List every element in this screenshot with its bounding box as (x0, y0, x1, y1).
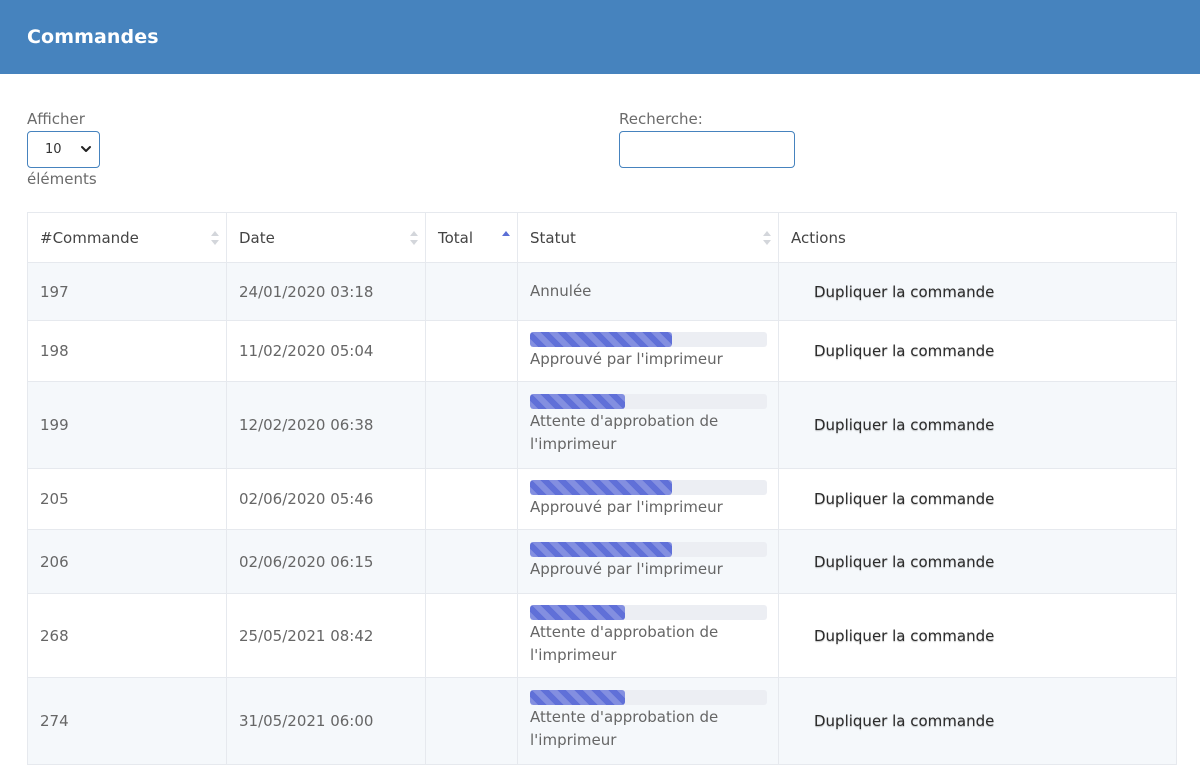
sort-icon (763, 231, 771, 245)
status-text: Approuvé par l'imprimeur (530, 349, 723, 368)
length-suffix: éléments (27, 170, 97, 188)
cell-total (425, 320, 518, 382)
status-progress-fill (530, 690, 625, 705)
status-progress-fill (530, 604, 625, 620)
status-text: Attente d'approbation de l'imprimeur (530, 412, 719, 453)
cell-date: 02/06/2020 06:15 (226, 529, 426, 594)
table-row: 198 11/02/2020 05:04 Approuvé par l'impr… (27, 320, 1177, 382)
status-progress-bar (530, 690, 767, 705)
status-progress-fill (530, 479, 673, 495)
cell-actions: Dupliquer la commande (778, 677, 1177, 765)
column-header-label: Total (438, 228, 474, 247)
cell-total (425, 468, 518, 530)
page-length-value: 10 (45, 142, 62, 157)
status-progress-bar (530, 604, 767, 620)
cell-status: Attente d'approbation de l'imprimeur (517, 381, 779, 469)
status-progress-bar (530, 479, 767, 495)
duplicate-order-button[interactable]: Dupliquer la commande (814, 627, 994, 645)
table-header-row: #Commande Date Total Statut Actions (27, 212, 1177, 263)
column-header-status[interactable]: Statut (517, 212, 779, 263)
table-row: 199 12/02/2020 06:38 Attente d'approbati… (27, 381, 1177, 469)
page-length-select[interactable]: 10 (27, 131, 100, 168)
cell-order-id: 198 (27, 320, 227, 382)
search-label: Recherche: (619, 110, 703, 128)
cell-date: 12/02/2020 06:38 (226, 381, 426, 469)
cell-date: 24/01/2020 03:18 (226, 262, 426, 321)
cell-total (425, 529, 518, 594)
page-header: Commandes (0, 0, 1200, 74)
table-controls: Afficher 10 éléments Recherche: (0, 74, 1200, 213)
sort-icon (211, 231, 219, 245)
duplicate-order-button[interactable]: Dupliquer la commande (814, 712, 994, 730)
cell-date: 31/05/2021 06:00 (226, 677, 426, 765)
status-progress-fill (530, 394, 625, 409)
cell-date: 25/05/2021 08:42 (226, 593, 426, 678)
cell-actions: Dupliquer la commande (778, 468, 1177, 530)
length-label: Afficher (27, 110, 85, 128)
cell-order-id: 268 (27, 593, 227, 678)
status-text: Annulée (530, 282, 592, 300)
duplicate-order-button[interactable]: Dupliquer la commande (814, 490, 994, 508)
cell-status: Annulée (517, 262, 779, 321)
table-row: 197 24/01/2020 03:18 Annulée Dupliquer l… (27, 262, 1177, 321)
status-progress-fill (530, 331, 673, 347)
status-text: Approuvé par l'imprimeur (530, 497, 723, 516)
sort-icon (410, 231, 418, 245)
cell-date: 11/02/2020 05:04 (226, 320, 426, 382)
status-text: Approuvé par l'imprimeur (530, 560, 723, 578)
cell-status: Attente d'approbation de l'imprimeur (517, 593, 779, 678)
cell-date: 02/06/2020 05:46 (226, 468, 426, 530)
orders-table: #Commande Date Total Statut Actions 197 … (27, 212, 1177, 765)
cell-total (425, 677, 518, 765)
cell-actions: Dupliquer la commande (778, 320, 1177, 382)
column-header-date[interactable]: Date (226, 212, 426, 263)
cell-total (425, 262, 518, 321)
table-row: 268 25/05/2021 08:42 Attente d'approbati… (27, 593, 1177, 678)
column-header-label: Statut (530, 228, 576, 247)
cell-order-id: 206 (27, 529, 227, 594)
status-progress-bar (530, 394, 767, 409)
search-input[interactable] (619, 131, 795, 168)
column-header-total[interactable]: Total (425, 212, 518, 263)
status-text: Attente d'approbation de l'imprimeur (530, 622, 719, 664)
status-progress-fill (530, 542, 673, 557)
cell-actions: Dupliquer la commande (778, 529, 1177, 594)
column-header-order[interactable]: #Commande (27, 212, 227, 263)
cell-status: Approuvé par l'imprimeur (517, 529, 779, 594)
sort-ascending-icon (502, 231, 510, 236)
table-row: 206 02/06/2020 06:15 Approuvé par l'impr… (27, 529, 1177, 594)
column-header-label: Date (239, 228, 275, 247)
cell-total (425, 593, 518, 678)
cell-order-id: 197 (27, 262, 227, 321)
duplicate-order-button[interactable]: Dupliquer la commande (814, 416, 994, 434)
chevron-down-icon (81, 146, 91, 152)
column-header-label: #Commande (40, 228, 139, 247)
status-text: Attente d'approbation de l'imprimeur (530, 708, 719, 749)
cell-actions: Dupliquer la commande (778, 593, 1177, 678)
cell-order-id: 274 (27, 677, 227, 765)
cell-actions: Dupliquer la commande (778, 262, 1177, 321)
table-row: 274 31/05/2021 06:00 Attente d'approbati… (27, 677, 1177, 765)
cell-actions: Dupliquer la commande (778, 381, 1177, 469)
cell-order-id: 199 (27, 381, 227, 469)
duplicate-order-button[interactable]: Dupliquer la commande (814, 283, 994, 301)
page-title: Commandes (27, 26, 159, 48)
cell-status: Approuvé par l'imprimeur (517, 468, 779, 530)
table-row: 205 02/06/2020 05:46 Approuvé par l'impr… (27, 468, 1177, 530)
cell-status: Approuvé par l'imprimeur (517, 320, 779, 382)
column-header-actions: Actions (778, 212, 1177, 263)
cell-status: Attente d'approbation de l'imprimeur (517, 677, 779, 765)
cell-total (425, 381, 518, 469)
cell-order-id: 205 (27, 468, 227, 530)
status-progress-bar (530, 331, 767, 347)
status-progress-bar (530, 542, 767, 557)
duplicate-order-button[interactable]: Dupliquer la commande (814, 342, 994, 360)
column-header-label: Actions (791, 228, 846, 247)
duplicate-order-button[interactable]: Dupliquer la commande (814, 553, 994, 571)
